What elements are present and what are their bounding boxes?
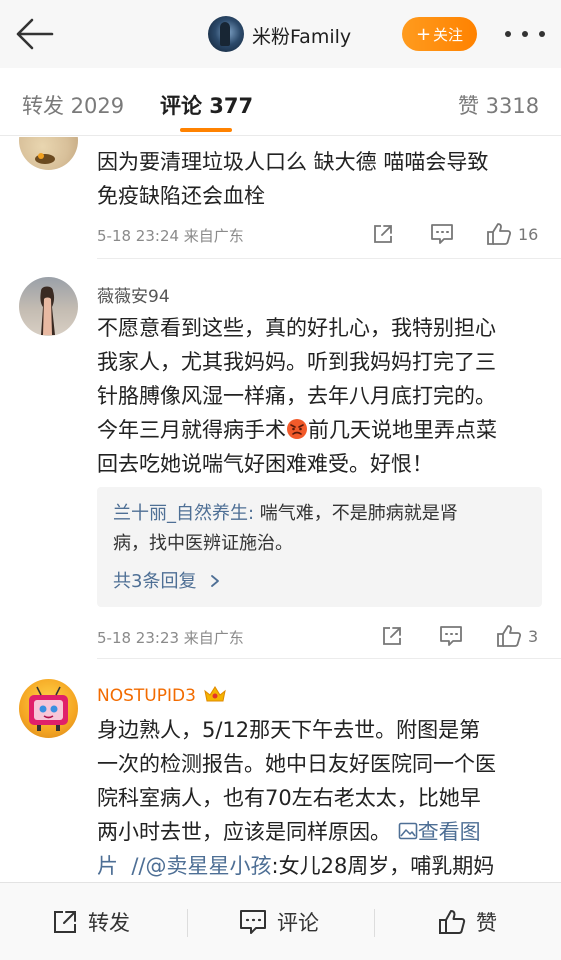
reply-text: 兰十丽_自然养生: 喘气难，不是肺病就是肾 病，找中医辨证施治。 <box>113 503 458 554</box>
share-icon <box>383 627 401 645</box>
plus-icon: + <box>415 23 432 45</box>
tab-bar: 转发 2029 评论 377 赞 3318 <box>0 68 561 136</box>
reply-button[interactable] <box>430 221 454 247</box>
angry-emoji-icon <box>287 419 307 439</box>
comment-item: NOSTUPID3 身边熟人，5/12那天下午去世。附图是第 一次的检测报告。她… <box>0 659 561 882</box>
view-image-link-tail[interactable]: 片 <box>97 854 118 878</box>
like-count: 16 <box>518 224 539 244</box>
crown-badge-icon <box>204 686 227 702</box>
avatar-image <box>29 686 68 731</box>
account-avatar[interactable] <box>208 16 244 52</box>
reply-preview[interactable]: 兰十丽_自然养生: 喘气难，不是肺病就是肾 病，找中医辨证施治。 共3条回复 <box>97 487 542 607</box>
tab-comments[interactable]: 评论 377 <box>160 90 253 120</box>
tab-likes[interactable]: 赞 3318 <box>458 90 539 120</box>
commenter-name[interactable]: NOSTUPID3 <box>97 684 227 706</box>
bottom-action-bar: 转发 评论 赞 <box>0 882 561 960</box>
reply-button[interactable] <box>439 623 463 649</box>
like-icon <box>497 625 522 647</box>
comment-item: 因为要清理垃圾人口么 缺大德 喵喵会导致 免疫缺陷还会血栓 5-18 23:24… <box>0 137 561 259</box>
follow-button[interactable]: + 关注 <box>402 17 477 51</box>
comment-text: 因为要清理垃圾人口么 缺大德 喵喵会导致 免疫缺陷还会血栓 <box>97 150 489 208</box>
account-name[interactable]: 米粉Family <box>252 22 351 49</box>
like-icon <box>439 910 466 934</box>
mention-link[interactable]: //@卖星星小孩 <box>131 854 271 878</box>
divider <box>374 909 375 937</box>
chevron-right-icon <box>211 575 220 587</box>
commenter-avatar[interactable] <box>19 277 78 336</box>
divider <box>187 909 188 937</box>
comment-icon <box>240 910 266 934</box>
like-button[interactable]: 16 <box>486 221 538 247</box>
commenter-avatar[interactable] <box>19 137 78 170</box>
view-image-link[interactable]: 查看图 <box>398 820 481 844</box>
comment-actions: 16 <box>368 221 548 247</box>
comment-text: 不愿意看到这些，真的好扎心，我特别担心 我家人，尤其我妈妈。听到我妈妈打完了三 … <box>97 316 497 476</box>
comment-icon <box>440 626 462 646</box>
active-tab-indicator <box>180 128 232 132</box>
more-dots-icon[interactable] <box>505 24 545 44</box>
comment-item: 薇薇安94 不愿意看到这些，真的好扎心，我特别担心 我家人，尤其我妈妈。听到我妈… <box>0 259 561 659</box>
image-icon <box>398 822 417 840</box>
view-replies-link[interactable]: 共3条回复 <box>113 567 222 593</box>
comment-actions: 3 <box>368 623 548 649</box>
commenter-name[interactable]: 薇薇安94 <box>97 282 170 307</box>
tab-reposts[interactable]: 转发 2029 <box>22 90 124 120</box>
comment-text: 身边熟人，5/12那天下午去世。附图是第 一次的检测报告。她中日友好医院同一个医… <box>97 718 496 878</box>
comment-button[interactable]: 评论 <box>239 907 319 937</box>
share-icon <box>374 225 392 243</box>
back-arrow-icon <box>16 18 54 50</box>
comment-meta: 5-18 23:24 来自广东 <box>97 227 244 245</box>
commenter-avatar[interactable] <box>19 679 78 738</box>
avatar-image <box>35 153 55 164</box>
like-count: 3 <box>528 626 539 646</box>
share-icon <box>54 911 76 933</box>
share-button[interactable] <box>372 221 394 247</box>
reply-user[interactable]: 兰十丽_自然养生: <box>113 503 254 524</box>
comment-icon <box>431 224 453 244</box>
comment-meta: 5-18 23:23 来自广东 <box>97 629 244 647</box>
like-post-button[interactable]: 赞 <box>438 907 497 937</box>
repost-button[interactable]: 转发 <box>52 907 130 937</box>
like-button[interactable]: 3 <box>496 623 538 649</box>
like-icon <box>487 223 512 245</box>
follow-label: 关注 <box>433 25 464 44</box>
top-nav-bar: 米粉Family + 关注 <box>0 0 561 68</box>
comment-list[interactable]: 因为要清理垃圾人口么 缺大德 喵喵会导致 免疫缺陷还会血栓 5-18 23:24… <box>0 137 561 882</box>
avatar-image <box>40 286 55 335</box>
share-button[interactable] <box>381 623 403 649</box>
back-button[interactable] <box>14 16 54 52</box>
